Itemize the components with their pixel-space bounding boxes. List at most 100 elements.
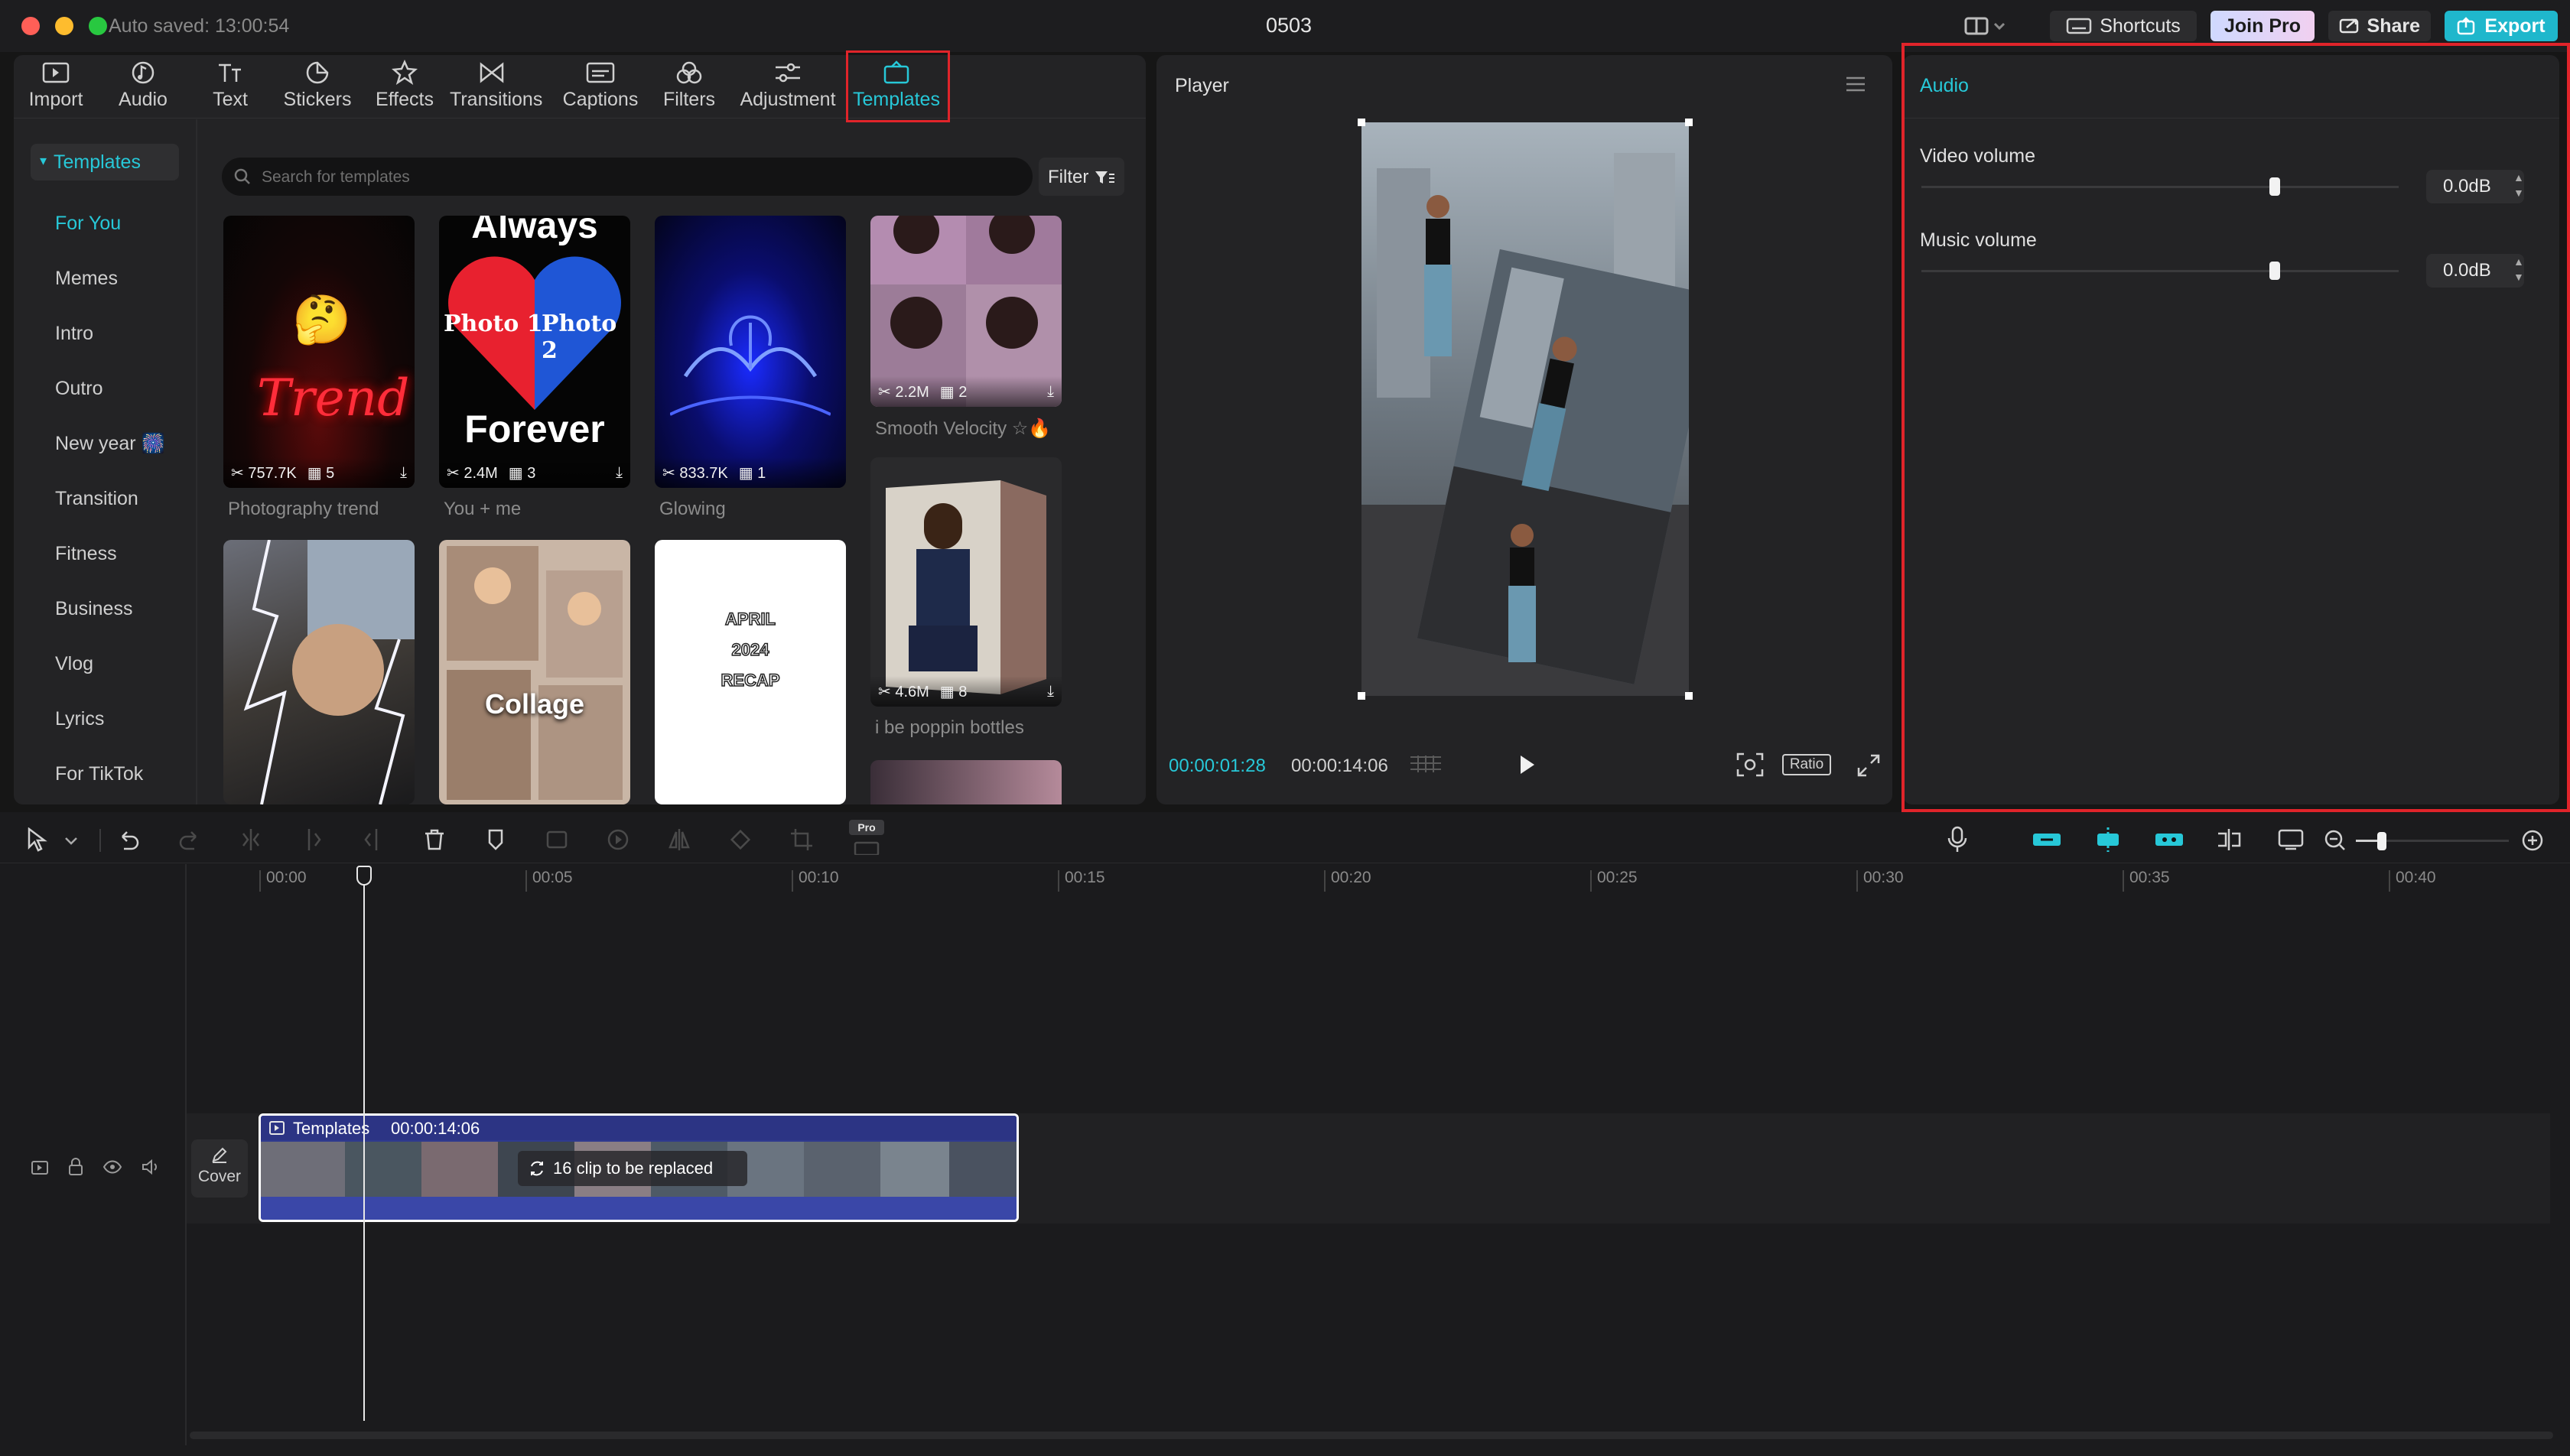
minimize-window-button[interactable] [55,17,73,35]
join-pro-button[interactable]: Join Pro [2211,11,2315,41]
preview-canvas[interactable] [1361,122,1717,696]
tab-filters[interactable]: Filters [647,60,731,116]
shortcuts-button[interactable]: Shortcuts [2050,11,2197,41]
search-placeholder: Search for templates [262,168,410,186]
template-card-collage[interactable]: Collage [439,540,630,804]
crop-icon[interactable] [789,827,814,852]
caret-down-icon: ▾ [40,153,47,168]
play-icon[interactable] [1518,754,1536,775]
zoom-out-icon[interactable] [2324,829,2347,852]
export-button[interactable]: Export [2445,11,2558,41]
tab-transitions-label: Transitions [450,89,543,110]
cover-label: Cover [197,1168,242,1185]
split-icon[interactable] [239,827,263,852]
marker-icon[interactable] [483,827,508,852]
eye-icon[interactable] [102,1159,122,1175]
preview-axis-icon[interactable] [2215,827,2243,852]
download-icon[interactable]: ⤓ [400,464,407,482]
track-video-icon[interactable] [31,1159,49,1176]
sidebar-item-lyrics[interactable]: Lyrics [55,708,104,730]
template-card-lightning[interactable] [223,540,415,804]
tab-adjustment[interactable]: Adjustment [734,60,841,116]
audio-panel-highlight [1901,43,2570,812]
tab-text[interactable]: Text [188,60,272,116]
playhead[interactable] [363,873,365,1421]
microphone-icon[interactable] [1946,826,1969,853]
sidebar-item-business[interactable]: Business [55,598,132,620]
tab-transitions[interactable]: Transitions [450,60,543,116]
clip-header: Templates 00:00:14:06 [261,1116,1017,1140]
cover-button[interactable]: Cover [191,1139,248,1198]
tick-label: 00:30 [1863,869,1904,886]
menu-icon[interactable] [1845,75,1866,93]
fullscreen-icon[interactable] [1857,754,1880,777]
resize-handle[interactable] [1685,692,1693,700]
tab-captions[interactable]: Captions [558,60,642,116]
maximize-window-button[interactable] [89,17,107,35]
rotate-icon[interactable] [728,827,753,852]
main-track-magnet-icon[interactable] [2032,829,2062,850]
split-left-icon[interactable] [300,827,324,852]
download-icon[interactable]: ⤓ [616,464,623,482]
layout-icon[interactable] [1964,15,2007,37]
screen-caption-icon[interactable] [2278,827,2305,852]
select-cursor-icon[interactable] [26,827,49,852]
filter-button[interactable]: Filter [1039,158,1124,196]
undo-icon[interactable] [116,827,141,852]
tab-stickers[interactable]: Stickers [275,60,359,116]
sidebar-item-transition[interactable]: Transition [55,488,138,510]
close-window-button[interactable] [21,17,40,35]
tab-import[interactable]: Import [14,60,98,116]
sidebar-item-vlog[interactable]: Vlog [55,653,93,675]
sidebar-item-memes[interactable]: Memes [55,268,118,290]
sidebar-item-outro[interactable]: Outro [55,378,103,400]
sidebar-item-intro[interactable]: Intro [55,323,93,345]
template-card-poppin-bottles[interactable]: ✂ 4.6M ▦ 8 ⤓ [870,457,1062,707]
pro-tool-icon[interactable] [849,834,884,855]
resize-handle[interactable] [1358,119,1365,126]
template-card-photography-trend[interactable]: 🤔 Trend ✂ 757.7K ▦ 5 ⤓ [223,216,415,488]
auto-snap-icon[interactable] [2093,826,2123,853]
ratio-button[interactable]: Ratio [1782,754,1831,775]
tick-label: 00:15 [1065,869,1105,886]
template-card-smooth-velocity[interactable]: ✂ 2.2M ▦ 2 ⤓ [870,216,1062,407]
sidebar-header[interactable]: ▾ Templates [31,144,179,180]
template-card-partial[interactable] [870,760,1062,804]
lock-icon[interactable] [67,1158,84,1176]
chevron-down-icon[interactable] [64,837,78,846]
download-icon[interactable]: ⤓ [1047,683,1054,700]
template-card-april-recap[interactable]: APRIL 2024 RECAP [655,540,846,804]
template-card-you-me[interactable]: Always Photo 1 Photo 2 Forever ✂ 2.4M ▦ … [439,216,630,488]
split-right-icon[interactable] [361,827,386,852]
zoom-slider-knob[interactable] [2377,832,2386,850]
share-button[interactable]: Share [2328,11,2431,41]
linkage-icon[interactable] [2154,829,2184,850]
delete-icon[interactable] [422,827,447,852]
templates-tab-highlight [846,50,950,122]
timeline-scrollbar[interactable] [190,1432,2553,1439]
freeze-icon[interactable] [545,827,569,852]
template-stats: ✂ 757.7K ▦ 5 ⤓ [223,457,415,488]
template-card-glowing[interactable]: ✂ 833.7K ▦ 1 [655,216,846,488]
sidebar-item-new-year[interactable]: New year 🎆 [55,433,165,455]
sidebar-item-fitness[interactable]: Fitness [55,543,117,565]
redo-icon[interactable] [177,827,202,852]
tab-effects[interactable]: Effects [363,60,447,116]
download-icon[interactable]: ⤓ [1047,383,1054,401]
sidebar-item-for-you[interactable]: For You [55,213,121,235]
resize-handle[interactable] [1685,119,1693,126]
template-clip[interactable]: Templates 00:00:14:06 16 clip to be repl… [259,1113,1019,1222]
speaker-icon[interactable] [141,1158,161,1176]
zoom-in-icon[interactable] [2521,829,2544,852]
screenshot-icon[interactable] [1736,752,1764,777]
reverse-icon[interactable] [606,827,630,852]
replace-clips-badge[interactable]: 16 clip to be replaced [518,1151,747,1186]
playhead-handle[interactable] [356,866,372,886]
uses-count: ✂ 2.2M [878,383,929,401]
mirror-icon[interactable] [667,827,691,852]
timeline-grid-icon[interactable] [1409,754,1443,775]
resize-handle[interactable] [1358,692,1365,700]
tab-audio[interactable]: Audio [101,60,185,116]
search-input[interactable]: Search for templates [222,158,1033,196]
sidebar-item-for-tiktok[interactable]: For TikTok [55,763,143,785]
